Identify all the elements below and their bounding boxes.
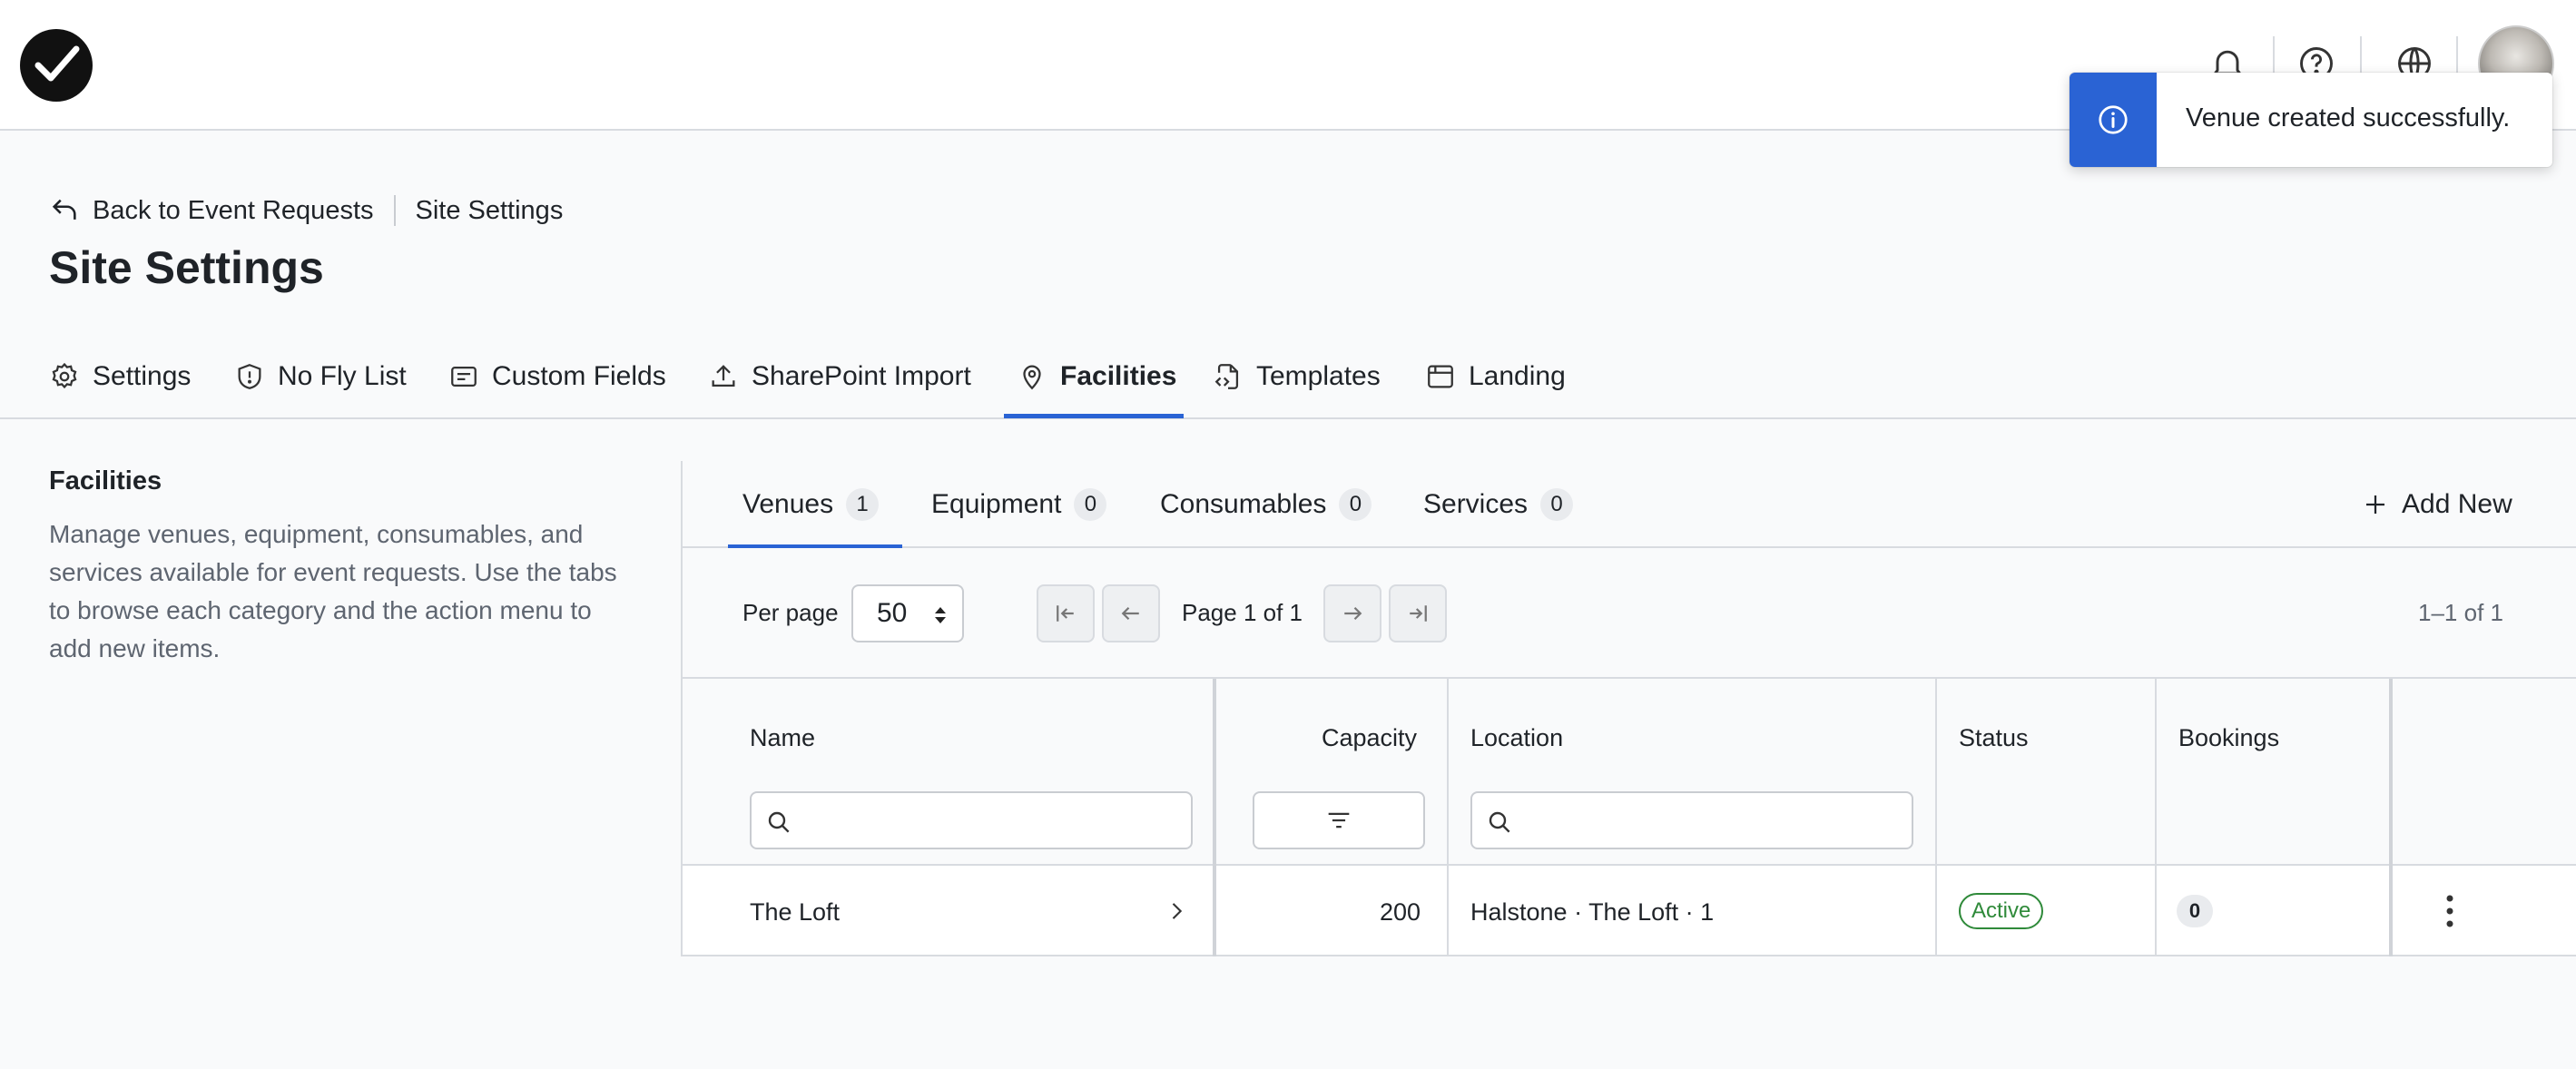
upload-icon: [712, 365, 735, 387]
toast-message: Venue created successfully.: [2186, 103, 2511, 132]
tab-custom-fields[interactable]: Custom Fields: [448, 334, 666, 419]
app-logo[interactable]: [20, 29, 93, 102]
count-badge: 0: [1339, 488, 1372, 521]
active-tab-indicator: [1004, 414, 1184, 418]
tab-label: Templates: [1256, 361, 1381, 391]
table-row[interactable]: The Loft 200 Halstone · The Loft · 1 Act…: [683, 866, 2576, 956]
bookings-count-badge: 0: [2177, 895, 2213, 927]
filter-icon: [1328, 812, 1350, 829]
tab-sharepoint-import[interactable]: SharePoint Import: [708, 334, 971, 419]
chevron-right-icon[interactable]: [1164, 898, 1189, 924]
back-link[interactable]: Back to Event Requests: [49, 195, 374, 226]
gear-icon: [52, 362, 77, 389]
range-info: 1–1 of 1: [2418, 599, 2503, 626]
per-page-value: 50: [877, 598, 908, 628]
count-badge: 0: [1540, 488, 1574, 521]
back-arrow-icon: [52, 199, 76, 220]
section-description: Manage venues, equipment, consumables, a…: [49, 520, 617, 662]
file-code-icon: [1214, 364, 1239, 389]
column-divider: [2389, 679, 2393, 956]
back-link-label: Back to Event Requests: [93, 195, 374, 225]
table-header: Name Capacity Location Status Bookings: [683, 679, 2576, 866]
checkmark-icon: [34, 45, 80, 82]
last-page-icon: [1410, 605, 1427, 622]
location-filter-input[interactable]: [1470, 791, 1913, 849]
next-page-button[interactable]: [1323, 584, 1381, 642]
tab-landing[interactable]: Landing: [1425, 334, 1566, 419]
prev-page-button[interactable]: [1102, 584, 1160, 642]
tab-settings[interactable]: Settings: [49, 334, 191, 419]
column-divider: [1447, 679, 1449, 956]
tab-label: No Fly List: [278, 361, 407, 391]
main-tabs: Settings No Fly List Custom Fields Share…: [0, 334, 2576, 419]
facilities-panel: Venues 1 Equipment 0 Consumables 0 Servi…: [681, 461, 2576, 956]
add-new-label: Add New: [2402, 489, 2512, 519]
sub-tabs: Venues 1 Equipment 0 Consumables 0 Servi…: [683, 461, 2576, 548]
breadcrumb-current: Site Settings: [415, 195, 564, 225]
last-page-button[interactable]: [1389, 584, 1447, 642]
tab-label: Equipment: [931, 489, 1062, 519]
breadcrumb-divider: [393, 195, 396, 226]
tab-label: Facilities: [1060, 361, 1177, 391]
count-badge: 0: [1074, 488, 1107, 521]
tab-label: SharePoint Import: [752, 361, 971, 391]
tab-label: Custom Fields: [492, 361, 666, 391]
info-icon: [2099, 105, 2128, 134]
cell-location: Halstone · The Loft · 1: [1470, 898, 1715, 926]
search-icon: [1489, 811, 1510, 833]
pagination-bar: Per page 50 Page 1 of 1 1–1 of 1: [683, 548, 2576, 679]
add-new-button[interactable]: Add New: [2362, 461, 2512, 548]
toast-accent: [2070, 73, 2157, 167]
tab-label: Landing: [1469, 361, 1566, 391]
per-page-label: Per page: [742, 599, 839, 626]
tab-label: Settings: [93, 361, 192, 391]
tab-label: Venues: [742, 489, 834, 519]
cell-name[interactable]: The Loft: [750, 898, 840, 927]
status-badge: Active: [1959, 893, 2044, 929]
form-icon: [451, 366, 477, 387]
tab-consumables[interactable]: Consumables 0: [1160, 461, 1372, 548]
name-filter-input[interactable]: [750, 791, 1193, 849]
tab-facilities[interactable]: Facilities: [1017, 334, 1176, 419]
success-toast: Venue created successfully.: [2070, 73, 2552, 167]
browser-window-icon: [1428, 365, 1453, 388]
column-header-location[interactable]: Location: [1470, 724, 1563, 752]
column-header-name[interactable]: Name: [750, 724, 815, 752]
sort-arrows-icon: [935, 607, 946, 623]
column-divider: [1213, 679, 1216, 956]
count-badge: 1: [846, 488, 880, 521]
capacity-filter-button[interactable]: [1253, 791, 1425, 849]
page-info: Page 1 of 1: [1182, 599, 1303, 626]
map-pin-icon: [1023, 365, 1041, 390]
tab-venues[interactable]: Venues 1: [742, 461, 880, 548]
first-page-icon: [1057, 605, 1074, 622]
section-title: Facilities: [49, 466, 162, 495]
tab-label: Consumables: [1160, 489, 1327, 519]
tab-label: Services: [1423, 489, 1529, 519]
more-options-icon[interactable]: [2436, 891, 2463, 931]
arrow-left-icon: [1121, 606, 1139, 621]
plus-icon: [2366, 495, 2384, 514]
breadcrumb: Back to Event Requests Site Settings: [49, 192, 563, 229]
column-header-capacity[interactable]: Capacity: [1322, 724, 1417, 752]
tab-templates[interactable]: Templates: [1213, 334, 1381, 419]
per-page-select[interactable]: 50: [851, 584, 964, 642]
column-divider: [1935, 679, 1937, 956]
tab-equipment[interactable]: Equipment 0: [931, 461, 1107, 548]
tab-services[interactable]: Services 0: [1423, 461, 1574, 548]
cell-capacity: 200: [1380, 898, 1421, 926]
column-divider: [2155, 679, 2157, 956]
arrow-right-icon: [1344, 606, 1362, 621]
search-icon: [768, 811, 790, 833]
page-title: Site Settings: [49, 242, 324, 293]
column-header-bookings[interactable]: Bookings: [2178, 724, 2279, 752]
first-page-button[interactable]: [1037, 584, 1095, 642]
tab-no-fly-list[interactable]: No Fly List: [234, 334, 407, 419]
column-header-status[interactable]: Status: [1959, 724, 2029, 752]
venues-table: Name Capacity Location Status Bookings T…: [683, 679, 2576, 956]
shield-icon: [238, 364, 261, 389]
